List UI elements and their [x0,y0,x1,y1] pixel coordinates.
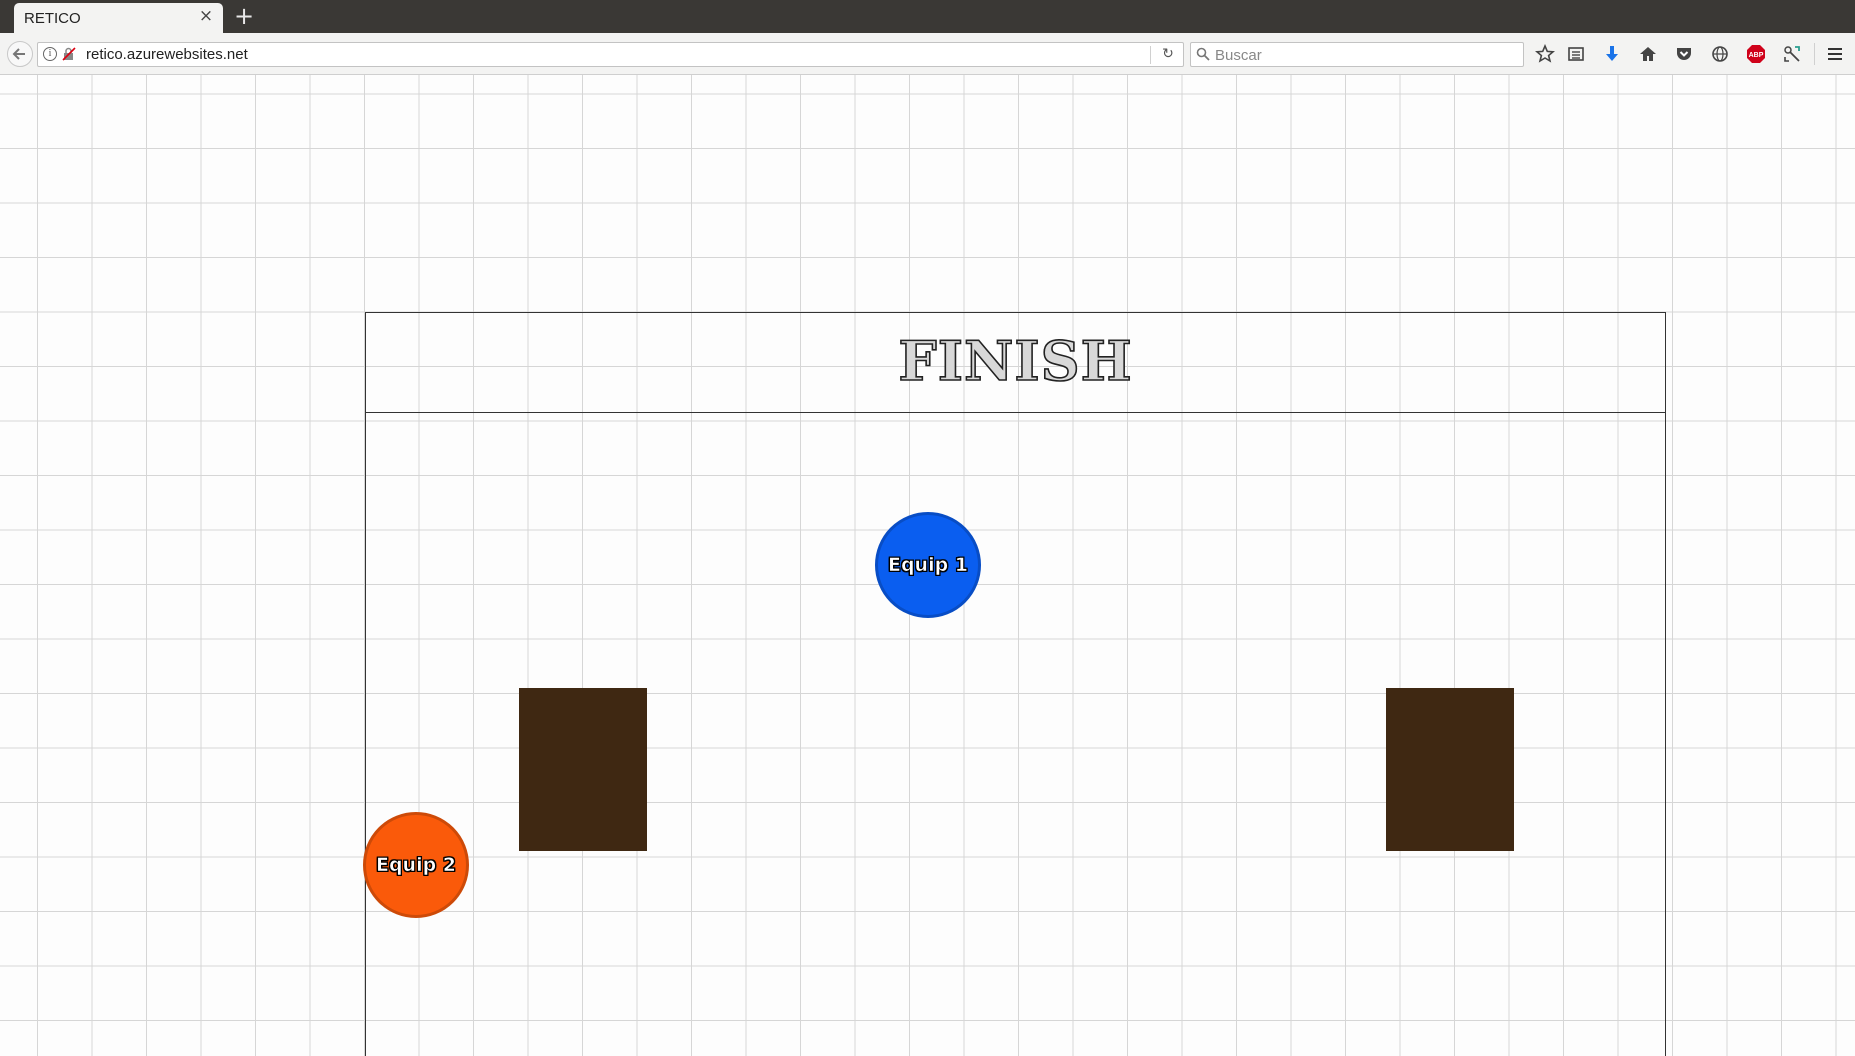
star-icon[interactable] [1535,44,1555,64]
browser-tab[interactable]: RETICO × [14,3,223,33]
adblock-label: ABP [1749,52,1764,59]
download-icon[interactable] [1602,44,1622,64]
game-arena: FINISH Equip 1 Equip 2 [363,312,1666,1056]
back-arrow-icon [12,48,25,60]
browser-titlebar: RETICO × + [0,0,1855,33]
search-bar[interactable] [1190,42,1524,67]
obstacle-left [519,688,647,851]
tab-close-icon[interactable]: × [197,7,215,25]
new-tab-button[interactable]: + [234,4,254,28]
search-icon [1196,47,1210,61]
player-token-equip-2[interactable]: Equip 2 [363,812,469,918]
extension-icon[interactable] [1782,44,1802,64]
reading-list-icon[interactable] [1566,44,1586,64]
address-bar[interactable]: i retico.azurewebsites.net ↻ [37,42,1184,67]
player-label: Equip 2 [375,854,457,877]
back-button[interactable] [7,41,33,67]
reload-icon[interactable]: ↻ [1159,45,1177,63]
home-icon[interactable] [1638,44,1658,64]
info-icon[interactable]: i [43,47,57,61]
tab-title: RETICO [24,10,81,27]
url-text[interactable]: retico.azurewebsites.net [86,46,248,63]
toolbar-separator [1814,43,1815,65]
finish-zone: FINISH [366,313,1665,413]
game-canvas[interactable]: FINISH Equip 1 Equip 2 [0,75,1855,1056]
obstacle-right [1386,688,1514,851]
insecure-lock-icon[interactable] [62,47,76,61]
search-input[interactable] [1215,45,1515,65]
adblock-icon[interactable]: ABP [1746,44,1766,64]
pocket-icon[interactable] [1674,44,1694,64]
player-token-equip-1[interactable]: Equip 1 [875,512,981,618]
player-label: Equip 1 [887,554,969,577]
menu-icon[interactable] [1825,44,1845,64]
url-separator [1150,46,1151,64]
globe-icon[interactable] [1710,44,1730,64]
browser-navbar: i retico.azurewebsites.net ↻ Buscar ABP [0,33,1855,75]
finish-label: FINISH [898,328,1133,394]
